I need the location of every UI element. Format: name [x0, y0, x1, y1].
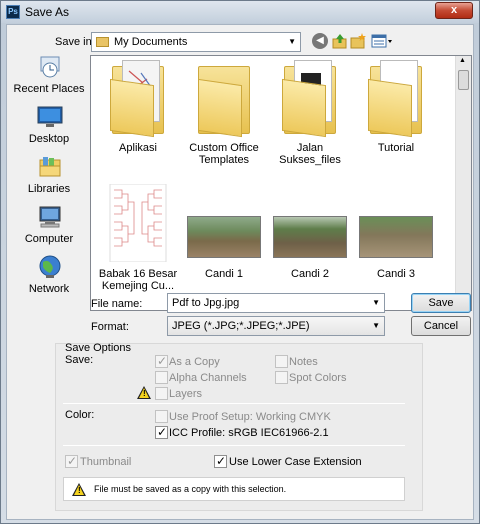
save-in-dropdown[interactable]: My Documents ▼	[91, 32, 301, 52]
file-item-jalan-sukses-files[interactable]: Jalan Sukses_files	[265, 58, 355, 166]
place-label: Network	[28, 283, 70, 295]
dialog-title: Save As	[25, 5, 70, 19]
save-as-dialog: Ps Save As x Save in: My Documents ▼ ◀ R…	[0, 0, 480, 524]
notes-checkbox[interactable]	[275, 355, 288, 368]
save-options-heading: Save Options	[65, 342, 132, 354]
close-button[interactable]: x	[435, 2, 473, 19]
place-label: Libraries	[27, 183, 71, 195]
place-label: Computer	[24, 233, 74, 245]
file-name-value: Pdf to Jpg.jpg	[172, 297, 240, 309]
file-name-label: File name:	[91, 298, 143, 310]
layers-label: Layers	[169, 388, 203, 400]
file-label: Jalan Sukses_files	[279, 142, 341, 166]
alpha-channels-label: Alpha Channels	[169, 372, 247, 384]
chevron-down-icon: ▼	[372, 321, 380, 330]
desktop-icon	[37, 106, 63, 127]
place-label: Desktop	[28, 133, 70, 145]
file-label: Candi 1	[205, 268, 243, 280]
place-libraries[interactable]: Libraries	[13, 155, 85, 203]
file-item-custom-office-templates[interactable]: Custom Office Templates	[179, 58, 269, 166]
computer-icon	[39, 206, 61, 228]
as-a-copy-label: As a Copy	[169, 356, 220, 368]
file-item-aplikasi[interactable]: Aplikasi	[93, 58, 183, 154]
file-label: Custom Office Templates	[189, 142, 259, 166]
file-label: Aplikasi	[119, 142, 157, 154]
alpha-channels-checkbox[interactable]	[155, 371, 168, 384]
save-in-value: My Documents	[114, 36, 188, 48]
file-label: Babak 16 Besar Kemejing Cu...	[98, 268, 178, 292]
up-folder-icon[interactable]	[332, 33, 348, 49]
place-desktop[interactable]: Desktop	[13, 105, 85, 153]
scroll-up-icon[interactable]: ▲	[459, 57, 466, 64]
cancel-button[interactable]: Cancel	[411, 316, 471, 336]
format-value: JPEG (*.JPG;*.JPEG;*.JPE)	[172, 320, 310, 332]
libraries-icon	[39, 157, 61, 177]
spot-colors-label: Spot Colors	[289, 372, 347, 384]
format-dropdown[interactable]: JPEG (*.JPG;*.JPEG;*.JPE) ▼	[167, 316, 385, 336]
format-label: Format:	[91, 321, 129, 333]
title-bar[interactable]: Ps Save As x	[1, 1, 479, 23]
icc-profile-label: ICC Profile: sRGB IEC61966-2.1	[169, 427, 329, 439]
lower-case-extension-checkbox[interactable]: ✓	[214, 454, 227, 468]
dialog-body: Save in: My Documents ▼ ◀ Recent Places …	[6, 24, 474, 520]
file-item-candi-1[interactable]: Candi 1	[179, 184, 269, 280]
file-item-candi-2[interactable]: Candi 2	[265, 184, 355, 280]
photo-thumbnail	[187, 184, 261, 262]
file-label: Tutorial	[377, 142, 415, 154]
place-recent-places[interactable]: Recent Places	[13, 55, 85, 103]
photoshop-icon: Ps	[6, 5, 20, 19]
save-label: Save:	[65, 354, 94, 366]
warning-message-box: ! File must be saved as a copy with this…	[63, 477, 405, 501]
save-button[interactable]: Save	[411, 293, 471, 313]
scroll-thumb[interactable]	[458, 70, 469, 90]
file-item-babak-16-besar[interactable]: Babak 16 Besar Kemejing Cu...	[93, 183, 183, 292]
back-icon[interactable]: ◀	[312, 33, 328, 49]
file-item-tutorial[interactable]: Tutorial	[351, 58, 441, 154]
folder-icon	[108, 58, 168, 138]
separator	[63, 403, 405, 404]
vertical-scrollbar[interactable]: ▲ ▼	[455, 56, 471, 310]
thumbnail-checkbox[interactable]: ✓	[65, 454, 78, 468]
use-proof-setup-checkbox[interactable]	[155, 410, 168, 423]
file-name-input[interactable]: Pdf to Jpg.jpg ▼	[167, 293, 385, 313]
place-label: Recent Places	[13, 83, 85, 95]
warning-icon: !	[137, 386, 151, 399]
separator	[63, 445, 405, 446]
place-network[interactable]: Network	[13, 255, 85, 303]
folder-icon	[96, 37, 109, 47]
layers-checkbox[interactable]	[155, 387, 168, 400]
photo-thumbnail	[359, 184, 433, 262]
bracket-image-thumbnail	[108, 183, 168, 263]
icc-profile-checkbox[interactable]: ✓	[155, 425, 168, 439]
use-proof-setup-label: Use Proof Setup: Working CMYK	[169, 411, 331, 423]
spot-colors-checkbox[interactable]	[275, 371, 288, 384]
network-icon	[39, 255, 61, 278]
new-folder-icon[interactable]	[350, 33, 366, 49]
warning-icon: !	[72, 483, 86, 496]
photo-thumbnail	[273, 184, 347, 262]
as-a-copy-checkbox[interactable]: ✓	[155, 354, 168, 368]
warning-message: File must be saved as a copy with this s…	[94, 484, 287, 494]
file-list[interactable]: Aplikasi Custom Office Templates Jalan S…	[90, 55, 472, 311]
thumbnail-label: Thumbnail	[80, 456, 132, 468]
chevron-down-icon: ▼	[288, 37, 296, 46]
save-in-label: Save in:	[55, 36, 95, 48]
folder-icon	[280, 58, 340, 138]
chevron-down-icon[interactable]: ▼	[372, 298, 380, 307]
color-label: Color:	[65, 409, 95, 421]
folder-icon	[366, 58, 426, 138]
place-computer[interactable]: Computer	[13, 205, 85, 253]
file-label: Candi 3	[377, 268, 415, 280]
notes-label: Notes	[289, 356, 318, 368]
recent-places-icon	[40, 56, 60, 78]
lower-case-extension-label: Use Lower Case Extension	[229, 456, 362, 468]
file-item-candi-3[interactable]: Candi 3	[351, 184, 441, 280]
views-menu-icon[interactable]	[371, 33, 393, 49]
folder-icon	[194, 58, 254, 138]
places-bar: Recent Places Desktop Libraries Computer…	[13, 55, 85, 305]
file-label: Candi 2	[291, 268, 329, 280]
